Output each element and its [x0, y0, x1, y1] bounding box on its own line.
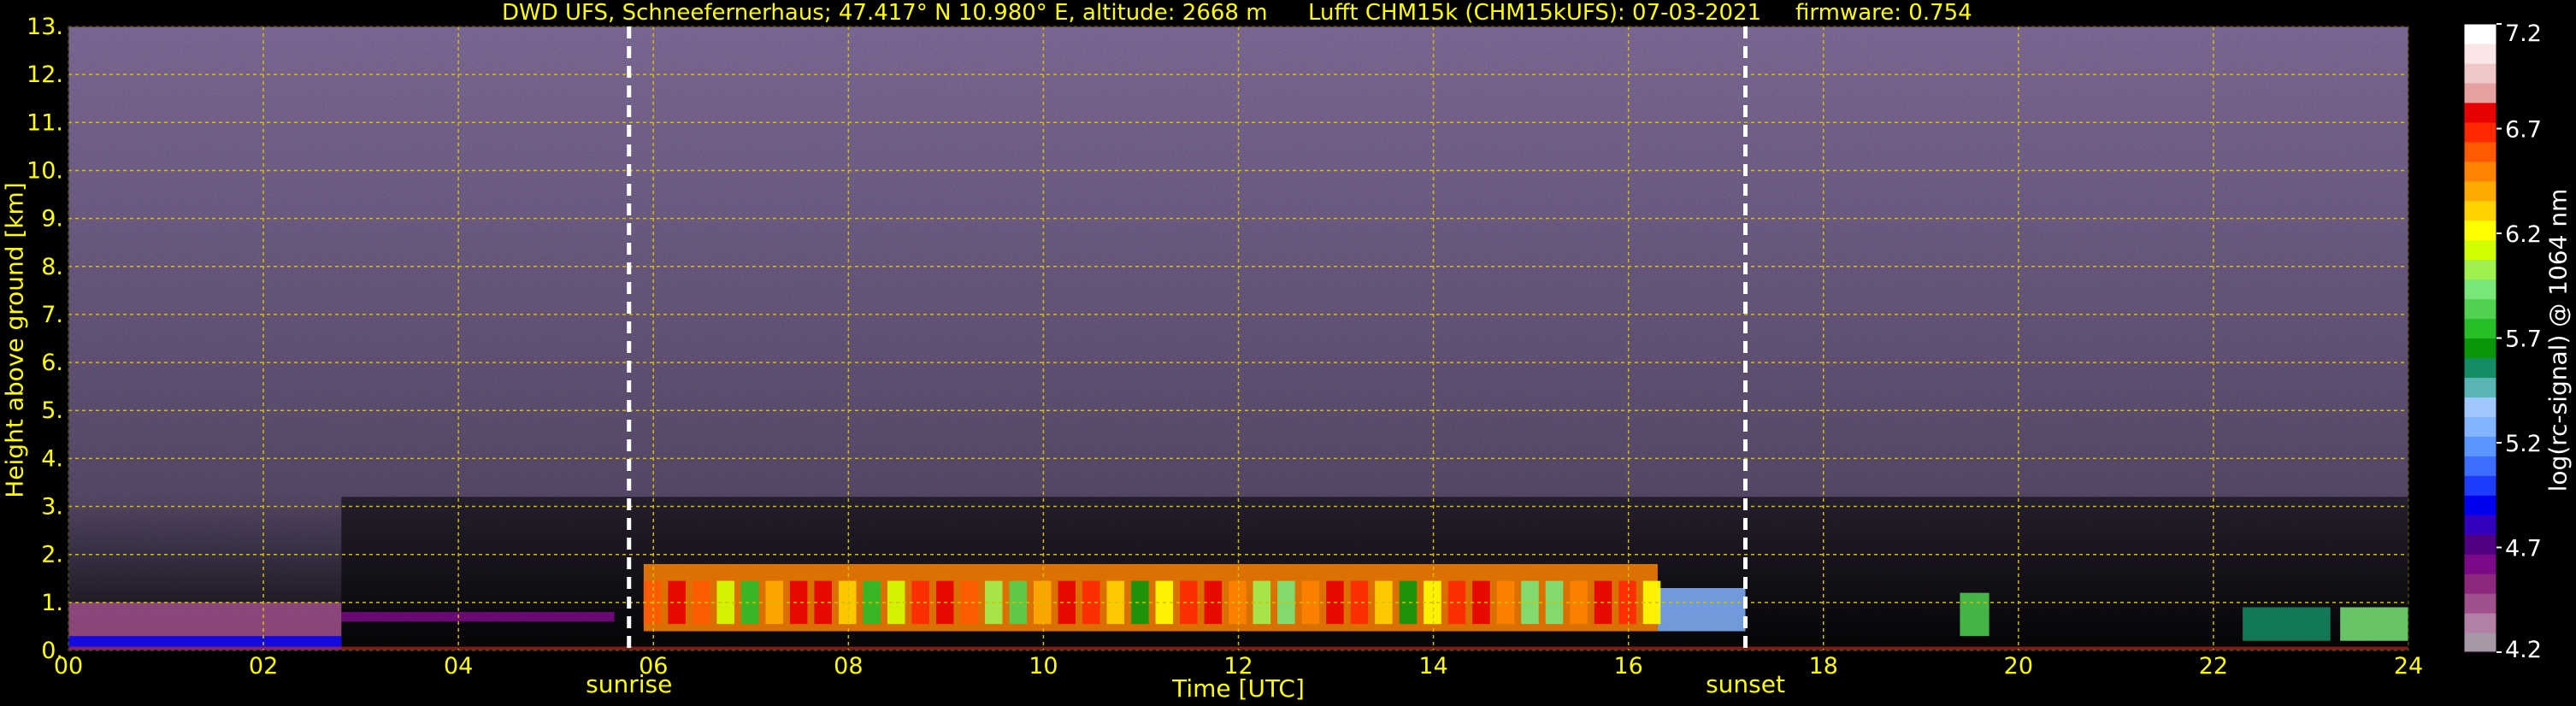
x-tick-label: 18 — [1809, 653, 1838, 680]
cloud-cell — [1570, 580, 1588, 625]
x-tick-label: 04 — [444, 653, 473, 680]
backscatter-heatmap-chart: sunrise sunset0.1.2.3.4.5.6.7.8.9.10.11.1… — [27, 14, 2542, 703]
colorbar-segment — [2464, 515, 2496, 535]
colorbar-segment — [2464, 613, 2496, 633]
colorbar-segment — [2464, 397, 2496, 417]
colorbar-segment — [2464, 279, 2496, 300]
cloud-cell — [1521, 580, 1539, 625]
feature-6 — [2243, 607, 2331, 641]
colorbar-segment — [2464, 259, 2496, 280]
x-tick-label: 06 — [639, 653, 668, 680]
feature-5 — [1960, 592, 1989, 637]
colorbar-segment — [2464, 495, 2496, 515]
sunset-label: sunset — [1706, 670, 1785, 698]
colorbar-tick-label: 6.7 — [2505, 117, 2542, 144]
colorbar-segment — [2464, 298, 2496, 320]
colorbar-segment — [2464, 43, 2496, 64]
cloud-cell — [789, 580, 808, 625]
colorbar-segment — [2464, 593, 2496, 614]
colorbar-tick-label: 6.2 — [2505, 221, 2542, 248]
colorbar-segment — [2464, 121, 2496, 143]
colorbar-tick-label: 5.7 — [2505, 327, 2542, 353]
colorbar-segment — [2464, 180, 2496, 202]
cloud-cell — [1399, 580, 1418, 625]
colorbar-segment — [2464, 632, 2496, 653]
colorbar-segment — [2464, 220, 2496, 241]
cloud-cell — [740, 580, 759, 625]
y-tick-label: 3. — [41, 494, 63, 521]
colorbar-segment — [2464, 534, 2496, 555]
colorbar-segment — [2464, 141, 2496, 162]
cloud-cell — [960, 580, 979, 625]
feature-4 — [1657, 588, 1746, 632]
colorbar-segment — [2464, 377, 2496, 398]
colorbar-segment — [2464, 475, 2496, 496]
colorbar-segment — [2464, 574, 2496, 594]
y-tick-label: 12. — [27, 62, 63, 88]
y-tick-label: 5. — [41, 397, 63, 424]
cloud-cell — [1180, 580, 1198, 625]
y-tick-label: 8. — [41, 254, 63, 280]
y-tick-label: 7. — [41, 302, 63, 328]
x-tick-label: 22 — [2199, 653, 2228, 680]
y-tick-label: 6. — [41, 350, 63, 376]
x-tick-label: 00 — [54, 653, 83, 680]
colorbar-segment — [2464, 62, 2496, 84]
colorbar-segment — [2464, 24, 2496, 44]
colorbar-segment — [2464, 318, 2496, 339]
colorbar-tick-label: 4.2 — [2505, 637, 2542, 663]
colorbar-segment — [2464, 338, 2496, 359]
colorbar-segment — [2464, 161, 2496, 182]
cloud-cell — [1131, 580, 1149, 625]
colorbar-segment — [2464, 102, 2496, 123]
x-tick-label: 10 — [1029, 653, 1058, 680]
colorbar-segment — [2464, 239, 2496, 261]
colorbar-segment — [2464, 82, 2496, 103]
colorbar-tick-label: 4.7 — [2505, 536, 2542, 562]
y-tick-label: 1. — [41, 590, 63, 616]
y-tick-label: 10. — [27, 157, 63, 184]
y-tick-label: 2. — [41, 542, 63, 568]
cloud-cell — [1009, 580, 1028, 625]
x-tick-label: 02 — [249, 653, 278, 680]
x-tick-label: 24 — [2394, 653, 2423, 680]
x-axis-label: Time [UTC] — [1171, 674, 1305, 703]
cloud-cell — [1350, 580, 1369, 625]
x-tick-label: 20 — [2004, 653, 2033, 680]
cloud-cell — [1301, 580, 1320, 625]
colorbar-tick-label: 7.2 — [2505, 21, 2542, 47]
colorbar-segment — [2464, 200, 2496, 221]
y-tick-label: 9. — [41, 206, 63, 232]
colorbar-segment — [2464, 456, 2496, 476]
colorbar-segment — [2464, 436, 2496, 456]
x-tick-label: 08 — [834, 653, 863, 680]
y-tick-label: 13. — [27, 14, 63, 40]
feature-7 — [2340, 607, 2408, 641]
x-tick-label: 14 — [1418, 653, 1447, 680]
y-tick-label: 11. — [27, 109, 63, 136]
feature-2 — [341, 612, 615, 622]
y-tick-label: 4. — [41, 445, 63, 472]
colorbar-segment — [2464, 357, 2496, 379]
x-tick-label: 16 — [1613, 653, 1642, 680]
colorbar-segment — [2464, 416, 2496, 437]
ceilometer-figure: DWD UFS, Schneefernerhaus; 47.417° N 10.… — [0, 0, 2576, 706]
colorbar-tick-label: 5.2 — [2505, 431, 2542, 457]
colorbar-segment — [2464, 554, 2496, 574]
